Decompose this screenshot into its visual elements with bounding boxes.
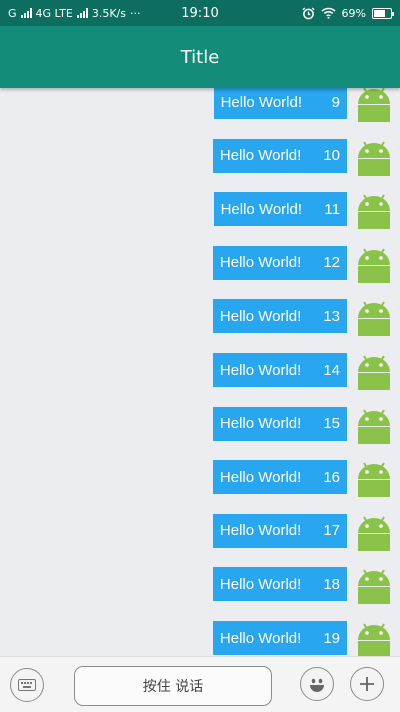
message-number: 11 xyxy=(324,200,340,218)
android-avatar-icon[interactable] xyxy=(352,618,396,656)
message-bubble[interactable]: Hello World! 15 xyxy=(212,406,347,441)
message-row[interactable]: Hello World! 15 xyxy=(212,404,396,444)
message-number: 19 xyxy=(323,629,340,647)
message-row[interactable]: Hello World! 17 xyxy=(212,511,396,551)
message-bubble[interactable]: Hello World! 9 xyxy=(213,88,347,119)
android-avatar-icon[interactable] xyxy=(352,511,396,551)
message-row[interactable]: Hello World! 18 xyxy=(212,564,396,605)
android-avatar-icon[interactable] xyxy=(352,404,396,444)
emoji-button[interactable] xyxy=(300,667,334,701)
message-number: 15 xyxy=(323,415,340,433)
signal-icon xyxy=(76,8,88,18)
message-text: Hello World! xyxy=(219,415,302,433)
android-avatar-icon[interactable] xyxy=(352,189,396,230)
message-number: 9 xyxy=(331,93,340,111)
status-right: 69% xyxy=(302,6,394,20)
message-row[interactable]: Hello World! 9 xyxy=(213,88,396,122)
hold-to-talk-label: 按住 说话 xyxy=(142,679,204,695)
android-avatar-icon[interactable] xyxy=(352,136,396,176)
message-bubble[interactable]: Hello World! 11 xyxy=(213,192,347,227)
message-number: 16 xyxy=(323,468,340,486)
message-row[interactable]: Hello World! 10 xyxy=(212,136,396,176)
battery-icon xyxy=(372,7,394,19)
signal-icon xyxy=(20,8,32,18)
message-row[interactable]: Hello World! 14 xyxy=(212,350,396,390)
message-text: Hello World! xyxy=(219,254,302,272)
status-left: G 4G LTE 3.5K/s ··· xyxy=(8,7,141,20)
carrier-label: G xyxy=(8,6,17,20)
message-row[interactable]: Hello World! 11 xyxy=(213,189,396,230)
message-text: Hello World! xyxy=(219,522,302,540)
message-number: 18 xyxy=(323,575,340,593)
network-type: 4G LTE xyxy=(35,6,73,20)
input-bar: 按住 说话 xyxy=(0,656,400,712)
message-bubble[interactable]: Hello World! 13 xyxy=(212,299,347,334)
android-avatar-icon[interactable] xyxy=(352,564,396,605)
android-avatar-icon[interactable] xyxy=(352,296,396,337)
message-text: Hello World! xyxy=(219,307,302,325)
message-text: Hello World! xyxy=(219,361,302,379)
message-text: Hello World! xyxy=(219,468,302,486)
message-number: 14 xyxy=(323,361,340,379)
message-bubble[interactable]: Hello World! 18 xyxy=(212,567,347,602)
emoji-icon xyxy=(310,678,324,692)
message-bubble[interactable]: Hello World! 17 xyxy=(212,513,347,548)
android-avatar-icon[interactable] xyxy=(352,243,396,283)
message-text: Hello World! xyxy=(219,147,302,165)
message-row[interactable]: Hello World! 16 xyxy=(212,457,396,498)
wifi-icon xyxy=(320,7,336,19)
android-avatar-icon[interactable] xyxy=(352,350,396,390)
message-row[interactable]: Hello World! 13 xyxy=(212,296,396,337)
battery-percent: 69% xyxy=(341,6,366,20)
chat-list[interactable]: Hello World! 9 Hello World! 10 Hello World! 1… xyxy=(0,88,400,656)
message-text: Hello World! xyxy=(219,575,302,593)
message-bubble[interactable]: Hello World! 10 xyxy=(212,138,347,173)
message-bubble[interactable]: Hello World! 12 xyxy=(212,245,347,280)
keyboard-toggle-button[interactable] xyxy=(10,668,44,702)
message-text: Hello World! xyxy=(220,200,302,218)
message-bubble[interactable]: Hello World! 14 xyxy=(212,353,347,387)
plus-icon xyxy=(360,677,374,691)
message-number: 17 xyxy=(323,522,340,540)
android-avatar-icon[interactable] xyxy=(352,457,396,498)
message-bubble[interactable]: Hello World! 16 xyxy=(212,460,347,495)
more-indicator: ··· xyxy=(130,6,141,20)
message-text: Hello World! xyxy=(220,93,302,111)
message-number: 10 xyxy=(323,147,340,165)
message-text: Hello World! xyxy=(219,629,302,647)
message-number: 12 xyxy=(323,254,340,272)
app-bar: Title xyxy=(0,26,400,88)
keyboard-icon xyxy=(18,679,36,691)
message-row[interactable]: Hello World! 19 xyxy=(212,618,396,656)
alarm-icon xyxy=(302,6,315,19)
message-number: 13 xyxy=(323,307,340,325)
message-row[interactable]: Hello World! 12 xyxy=(212,243,396,283)
status-bar: G 4G LTE 3.5K/s ··· 19:10 69% xyxy=(0,0,400,26)
more-options-button[interactable] xyxy=(350,667,384,701)
android-avatar-icon[interactable] xyxy=(352,88,396,122)
network-speed: 3.5K/s xyxy=(91,6,126,20)
battery-level xyxy=(374,9,386,17)
message-bubble[interactable]: Hello World! 19 xyxy=(212,621,347,655)
hold-to-talk-button[interactable]: 按住 说话 xyxy=(74,666,272,706)
page-title: Title xyxy=(180,46,220,68)
